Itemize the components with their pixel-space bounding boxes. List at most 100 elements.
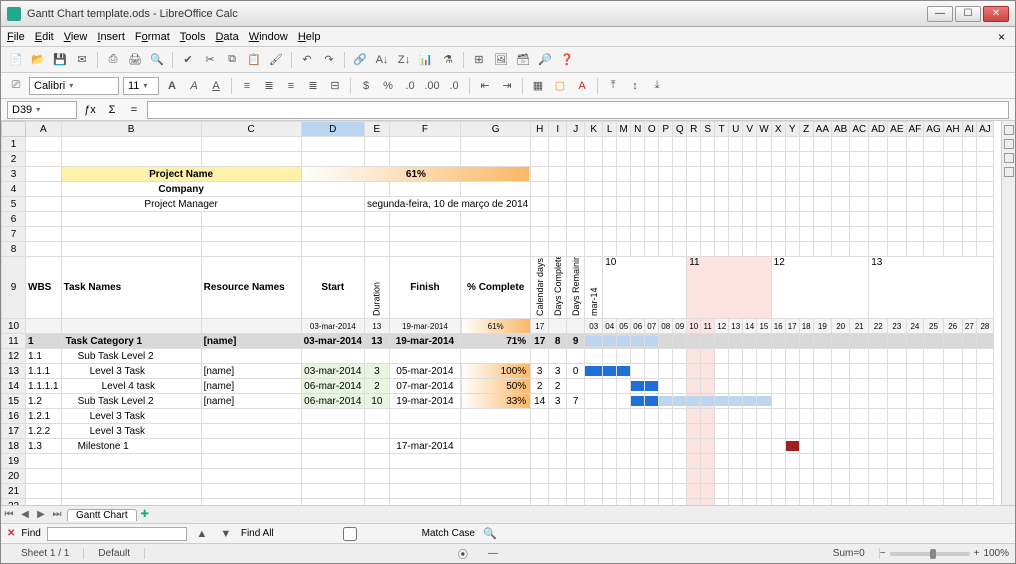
menu-insert[interactable]: Insert [97,31,125,43]
menu-file[interactable]: File [7,31,25,43]
menu-edit[interactable]: Edit [35,31,54,43]
row-header[interactable]: 2 [2,152,26,167]
zoom-out-icon[interactable]: − [880,548,886,559]
preview-icon[interactable]: 🔍 [148,51,166,69]
row-header[interactable]: 7 [2,227,26,242]
col-header[interactable]: AB [832,122,850,137]
filter-icon[interactable]: ⚗ [439,51,457,69]
selection-mode[interactable]: — [474,548,512,559]
hyperlink-icon[interactable]: 🔗 [351,51,369,69]
number-icon[interactable]: .0 [401,77,419,95]
print-icon[interactable]: 🖨 [126,51,144,69]
merge-icon[interactable]: ⊟ [326,77,344,95]
col-header[interactable]: C [201,122,301,137]
underline-icon[interactable]: A [207,77,225,95]
col-header[interactable]: O [645,122,659,137]
row-header[interactable]: 8 [2,242,26,257]
col-header[interactable]: AD [869,122,888,137]
zoom-level[interactable]: 100% [983,548,1009,559]
col-header[interactable]: I [549,122,567,137]
cut-icon[interactable]: ✂ [201,51,219,69]
sidebar-navigator-icon[interactable] [1004,167,1014,177]
find-options-icon[interactable]: 🔍 [481,525,499,543]
remove-decimal-icon[interactable]: .0 [445,77,463,95]
tab-prev-icon[interactable]: ◀ [17,509,33,520]
col-header[interactable]: Z [799,122,813,137]
col-header[interactable]: Y [785,122,799,137]
tab-last-icon[interactable]: ⏭ [49,509,65,520]
col-header[interactable]: T [715,122,729,137]
col-header[interactable]: V [743,122,757,137]
font-name-combo[interactable]: Calibri [29,77,119,95]
function-wizard-icon[interactable]: ƒx [81,101,99,119]
match-case-checkbox[interactable]: Match Case [280,527,475,541]
col-header[interactable]: AI [962,122,976,137]
find-next-icon[interactable]: ▼ [217,525,235,543]
align-middle-icon[interactable]: ↕ [626,77,644,95]
find-all-button[interactable]: Find All [241,528,274,539]
col-header[interactable]: AH [943,122,962,137]
fontcolor-icon[interactable]: A [573,77,591,95]
col-header[interactable]: AJ [977,122,994,137]
col-header[interactable]: A [26,122,62,137]
col-header[interactable]: E [364,122,389,137]
col-header[interactable]: K [585,122,603,137]
bold-icon[interactable]: A [163,77,181,95]
navigator-icon[interactable]: ⊞ [470,51,488,69]
menu-tools[interactable]: Tools [180,31,206,43]
bgcolor-icon[interactable]: ▢ [551,77,569,95]
paintbrush-icon[interactable]: 🖌 [267,51,285,69]
name-box[interactable]: D39 [7,101,77,119]
sort-desc-icon[interactable]: Z↓ [395,51,413,69]
col-header[interactable]: U [729,122,743,137]
col-header[interactable]: D [301,122,364,137]
pdf-icon[interactable]: ⎙ [104,51,122,69]
formula-input[interactable] [147,101,1009,119]
save-icon[interactable]: 💾 [51,51,69,69]
col-header[interactable]: W [757,122,771,137]
titlebar[interactable]: Gantt Chart template.ods - LibreOffice C… [1,1,1015,27]
maximize-button[interactable]: ☐ [955,6,981,22]
justify-icon[interactable]: ≣ [304,77,322,95]
row-header[interactable]: 6 [2,212,26,227]
col-header[interactable]: S [701,122,715,137]
col-header[interactable]: L [603,122,617,137]
col-header[interactable]: J [567,122,585,137]
col-header[interactable]: AC [850,122,869,137]
close-button[interactable]: ✕ [983,6,1009,22]
add-sheet-icon[interactable]: ✚ [137,509,153,520]
currency-icon[interactable]: $ [357,77,375,95]
close-find-icon[interactable]: ✕ [7,528,15,539]
close-document-button[interactable]: × [994,30,1009,44]
row-header[interactable]: 4 [2,182,26,197]
email-icon[interactable]: ✉ [73,51,91,69]
zoom-icon[interactable]: 🔎 [536,51,554,69]
chart-icon[interactable]: 📊 [417,51,435,69]
spreadsheet-grid[interactable]: ABCDEFGHIJKLMNOPQRSTUVWXYZAAABACADAEAFAG… [1,121,1001,505]
sidebar-gallery-icon[interactable] [1004,153,1014,163]
menu-help[interactable]: Help [298,31,321,43]
new-icon[interactable]: 📄 [7,51,25,69]
col-header[interactable]: AF [906,122,924,137]
menu-view[interactable]: View [64,31,88,43]
align-bottom-icon[interactable]: ⤓ [648,77,666,95]
sum-indicator[interactable]: Sum=0 [819,548,880,559]
align-center-icon[interactable]: ≣ [260,77,278,95]
row-header[interactable]: 9 [2,257,26,319]
col-header[interactable]: AG [924,122,943,137]
col-header[interactable]: F [389,122,460,137]
increase-indent-icon[interactable]: ⇥ [498,77,516,95]
menu-format[interactable]: Format [135,31,170,43]
col-header[interactable]: X [771,122,785,137]
decrease-indent-icon[interactable]: ⇤ [476,77,494,95]
paste-icon[interactable]: 📋 [245,51,263,69]
tab-next-icon[interactable]: ▶ [33,509,49,520]
col-header[interactable]: M [617,122,631,137]
find-input[interactable] [47,527,187,541]
tab-first-icon[interactable]: ⏮ [1,509,17,520]
col-header[interactable]: R [687,122,701,137]
italic-icon[interactable]: A [185,77,203,95]
menu-window[interactable]: Window [249,31,288,43]
col-header[interactable]: N [631,122,645,137]
align-left-icon[interactable]: ≡ [238,77,256,95]
